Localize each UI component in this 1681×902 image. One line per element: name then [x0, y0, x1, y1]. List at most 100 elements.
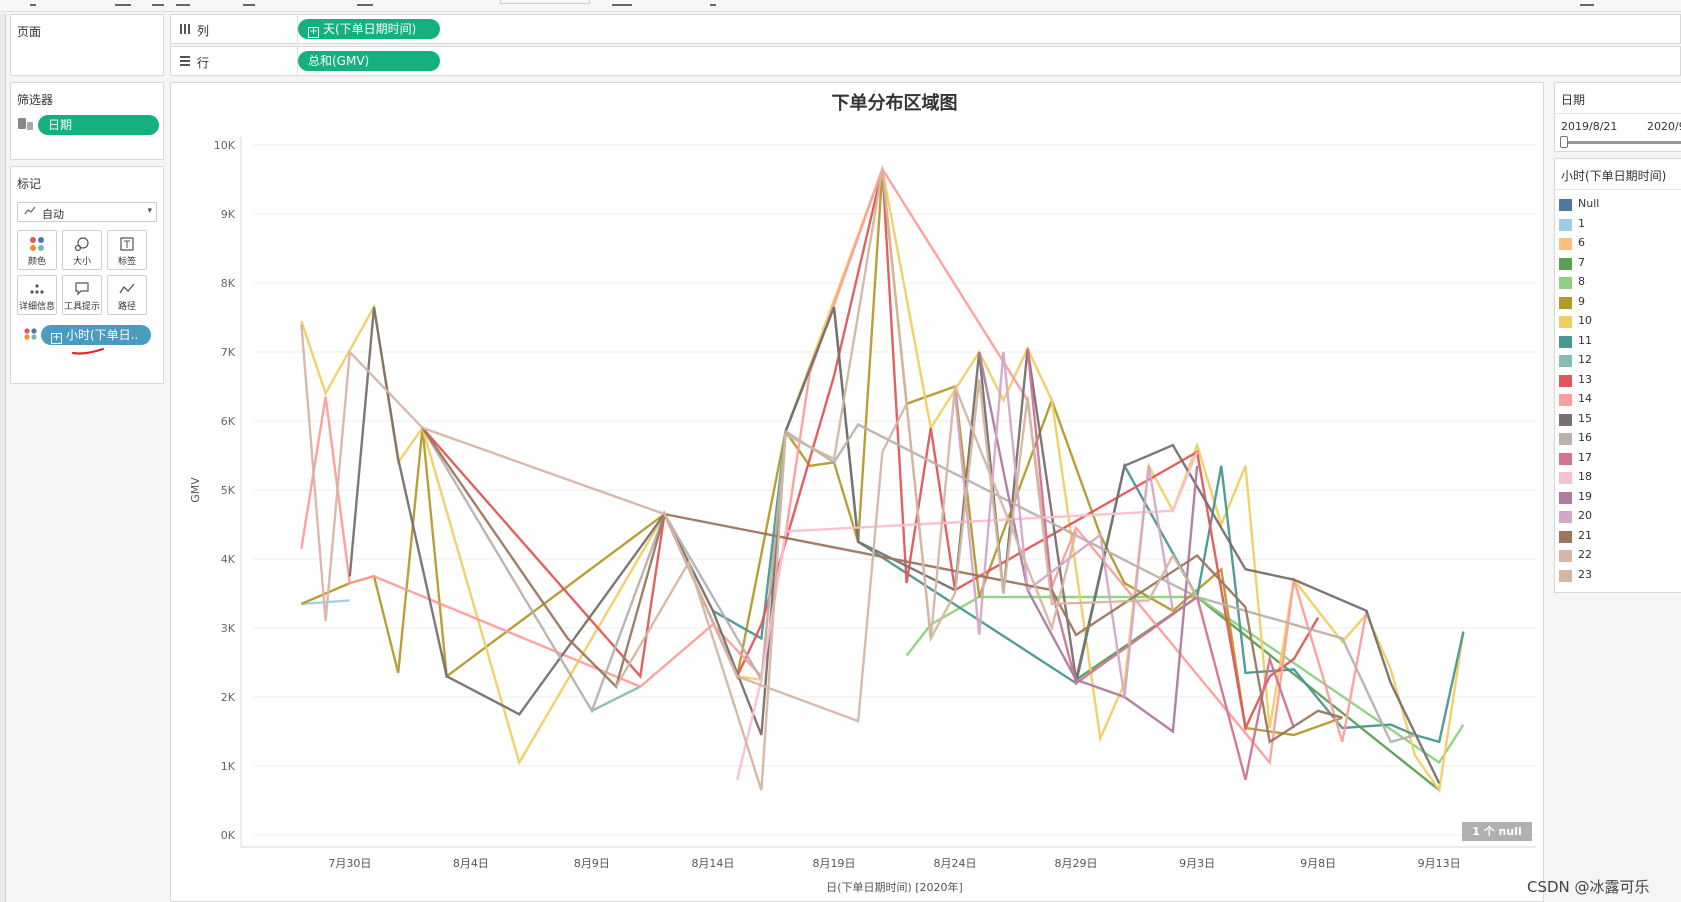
- path-button[interactable]: 路径: [107, 275, 147, 315]
- chart-title: 下单分布区域图: [832, 92, 958, 114]
- series-line-hour-13[interactable]: [421, 168, 1320, 732]
- toolbar-icon[interactable]: [30, 0, 36, 6]
- detail-button[interactable]: 详细信息: [17, 275, 57, 315]
- chevron-down-icon: ▾: [147, 206, 152, 216]
- series-line-hour-8[interactable]: [905, 595, 1465, 765]
- date-range-end[interactable]: 2020/9: [1647, 120, 1681, 133]
- label-icon: [120, 237, 134, 251]
- detail-icon: [30, 284, 44, 294]
- size-button[interactable]: 大小: [62, 230, 102, 270]
- pages-card[interactable]: 页面: [10, 14, 164, 76]
- y-tick-label: 8K: [221, 277, 236, 290]
- legend-swatch: [1559, 257, 1572, 270]
- tooltip-button[interactable]: 工具提示: [62, 275, 102, 315]
- toolbar-icon[interactable]: [176, 0, 190, 6]
- tooltip-button-label: 工具提示: [63, 302, 100, 312]
- filters-card: 筛选器 日期: [10, 82, 164, 160]
- size-icon: [74, 237, 89, 252]
- color-dots-icon: [30, 237, 44, 251]
- legend-label: 13: [1578, 372, 1592, 386]
- legend-label: Null: [1578, 197, 1600, 210]
- x-tick-label: 9月8日: [1300, 857, 1336, 870]
- divider: [1555, 189, 1681, 190]
- series-line-hour-20[interactable]: [953, 351, 1175, 698]
- rows-shelf[interactable]: 行 总和(GMV): [170, 46, 1681, 76]
- color-legend: 小时(下单日期时间) Null 1 6 7 8 9 10 11 12 13 14 15 16 17 18 19…: [1554, 158, 1681, 593]
- line-chart[interactable]: 下单分布区域图 0K 1K 2K 3K 4K 5K 6K 7K 8K 9K 10K 7月30日 8月4日 8…: [171, 83, 1543, 901]
- toolbar-icon[interactable]: [243, 0, 255, 6]
- x-tick-label: 8月29日: [1055, 857, 1098, 870]
- legend-title: 小时(下单日期时间): [1561, 169, 1667, 183]
- legend-label: 10: [1578, 314, 1592, 327]
- handwritten-underline: [71, 347, 105, 355]
- legend-label: 8: [1578, 275, 1585, 288]
- legend-label: 18: [1578, 470, 1592, 483]
- toolbar-icon[interactable]: [115, 0, 131, 6]
- legend-label: 15: [1578, 411, 1592, 425]
- path-icon: [119, 283, 135, 294]
- x-tick-label: 8月9日: [574, 857, 610, 870]
- legend-swatch: [1559, 413, 1572, 426]
- legend-swatch: [1559, 218, 1572, 231]
- toolbar-icon[interactable]: [357, 0, 373, 6]
- legend-label: 21: [1578, 528, 1592, 542]
- x-tick-label: 8月24日: [934, 857, 977, 870]
- legend-swatch: [1559, 511, 1572, 523]
- filters-title: 筛选器: [17, 93, 54, 107]
- toolbar-icon[interactable]: [612, 0, 632, 6]
- legend-list: Null 1 6 7 8 9 10 11 12 13 14 15 16 17 18 19 20 21 22 23: [1555, 195, 1681, 590]
- chart-view[interactable]: 下单分布区域图 0K 1K 2K 3K 4K 5K 6K 7K 8K 9K 10K 7月30日 8月4日 8…: [170, 82, 1544, 902]
- mark-type-dropdown[interactable]: 自动 ▾: [17, 202, 157, 222]
- legend-label: 11: [1578, 333, 1592, 347]
- date-range-title: 日期: [1561, 93, 1586, 107]
- x-tick-label: 8月14日: [691, 857, 734, 870]
- y-tick-label: 7K: [221, 346, 236, 359]
- toolbar-dropdown[interactable]: [500, 0, 590, 4]
- detail-button-label: 详细信息: [18, 302, 55, 312]
- toolbar-icon[interactable]: [152, 0, 164, 6]
- columns-label: 列: [197, 24, 210, 38]
- legend-label: 19: [1578, 489, 1592, 503]
- legend-swatch: [1559, 199, 1572, 211]
- filter-icon: [17, 116, 35, 135]
- y-tick-label: 5K: [221, 484, 236, 497]
- marks-title: 标记: [17, 177, 42, 191]
- date-range-slider-track[interactable]: [1563, 141, 1681, 144]
- columns-shelf[interactable]: 列 + 天(下单日期时间): [170, 14, 1681, 44]
- y-tick-label: 3K: [221, 622, 236, 635]
- toolbar: [0, 0, 1681, 12]
- toolbar-icon[interactable]: [710, 0, 716, 6]
- hour-color-pill[interactable]: + 小时(下单日..: [41, 325, 151, 345]
- legend-label: 1: [1578, 216, 1585, 230]
- toolbar-icon[interactable]: [1580, 0, 1594, 6]
- columns-pill[interactable]: + 天(下单日期时间): [298, 19, 440, 39]
- legend-label: 7: [1578, 255, 1585, 269]
- label-button[interactable]: 标签: [107, 230, 147, 270]
- rows-pill[interactable]: 总和(GMV): [298, 51, 440, 71]
- date-range-start[interactable]: 2019/8/21: [1561, 120, 1617, 133]
- date-range-slider-handle[interactable]: [1560, 136, 1568, 148]
- color-dots-icon: [23, 327, 39, 344]
- rows-icon: [179, 55, 191, 70]
- legend-label: 17: [1578, 450, 1592, 464]
- legend-swatch: [1559, 491, 1572, 504]
- legend-label: 23: [1578, 567, 1592, 581]
- color-button[interactable]: 颜色: [17, 230, 57, 270]
- legend-swatch: [1559, 569, 1572, 582]
- y-axis-title: GMV: [189, 477, 202, 503]
- legend-swatch: [1559, 472, 1572, 484]
- columns-icon: [179, 23, 191, 38]
- legend-swatch: [1559, 530, 1572, 543]
- hour-color-pill-label: 小时(下单日..: [66, 328, 139, 342]
- tableau-workspace: 页面 筛选器 日期 标记 自动 ▾ 颜色 大小 标签 详细信息 工具提示 路径 …: [0, 0, 1681, 902]
- legend-swatch: [1559, 374, 1572, 387]
- x-axis-title: 日(下单日期时间) [2020年]: [826, 880, 963, 894]
- date-filter-pill[interactable]: 日期: [38, 115, 159, 135]
- y-tick-label: 6K: [221, 415, 236, 428]
- null-indicator[interactable]: 1 个 null: [1462, 822, 1532, 841]
- series-line-hour-11[interactable]: [712, 306, 1465, 744]
- legend-swatch: [1559, 335, 1572, 348]
- watermark: CSDN @冰露可乐: [1527, 878, 1650, 896]
- legend-swatch: [1559, 296, 1572, 309]
- y-tick-label: 0K: [221, 829, 236, 842]
